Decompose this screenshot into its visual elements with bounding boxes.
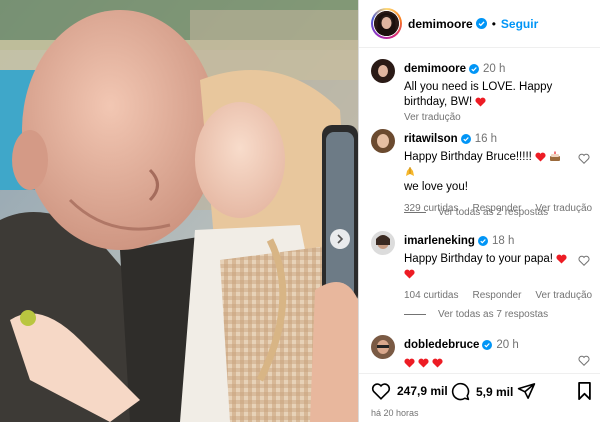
comment-meta: 104 curtidas Responder Ver tradução (404, 290, 592, 301)
red-heart-icon (535, 152, 546, 162)
story-ring[interactable] (371, 8, 402, 39)
like-button[interactable]: 247,9 mil (371, 382, 448, 400)
comment-text-line: we love you! (404, 181, 468, 193)
red-heart-icon (404, 358, 415, 368)
comment-text-line: Happy Birthday to your papa! (404, 253, 553, 265)
photo-illustration (0, 0, 358, 422)
heart-icon (371, 383, 391, 400)
replies-line (404, 212, 426, 213)
caption-username[interactable]: demimoore (404, 63, 466, 75)
comment-button[interactable]: 5,9 mil (451, 382, 513, 401)
comment-time[interactable]: 20 h (496, 339, 518, 351)
comment-icon (451, 382, 470, 401)
like-count-total: 247,9 mil (397, 384, 448, 398)
share-button[interactable] (517, 382, 536, 400)
avatar-image (371, 59, 395, 83)
bookmark-icon (578, 382, 591, 400)
red-heart-icon (418, 358, 429, 368)
comment-text (404, 356, 570, 371)
caption-meta: Ver tradução (404, 112, 570, 123)
praying-hands-icon (406, 167, 414, 176)
reply-button[interactable]: Responder (472, 290, 521, 301)
verified-badge-icon (482, 340, 493, 350)
translate-link[interactable]: Ver tradução (404, 112, 461, 123)
comment-username[interactable]: dobledebruce (404, 339, 479, 351)
red-heart-icon (432, 358, 443, 368)
caption-time[interactable]: 20 h (483, 63, 505, 75)
comment-text: Happy Birthday Bruce!!!!! we love you! (404, 150, 570, 195)
share-icon (517, 383, 536, 399)
verified-badge-icon (469, 64, 479, 74)
view-replies-link[interactable]: Ver todas as 2 respostas (404, 207, 548, 218)
comment-avatar[interactable] (371, 335, 395, 359)
red-heart-icon (556, 254, 567, 264)
post-photo[interactable] (0, 0, 358, 422)
verified-badge-icon (460, 134, 471, 144)
comment-time[interactable]: 16 h (475, 133, 497, 145)
comment-time[interactable]: 18 h (492, 235, 514, 247)
red-heart-icon (475, 97, 486, 107)
like-comment-heart-icon[interactable] (578, 355, 590, 366)
separator-dot: • (491, 16, 496, 31)
avatar (374, 11, 399, 36)
post-sidebar: demimoore • Seguir demimoore 20 h All you… (358, 0, 600, 422)
post-header: demimoore • Seguir (359, 0, 600, 48)
comment-text-line: Happy Birthday Bruce!!!!! (404, 151, 532, 163)
red-heart-icon (404, 269, 415, 279)
replies-label: Ver todas as 7 respostas (438, 309, 549, 320)
translate-link[interactable]: Ver tradução (535, 290, 592, 301)
replies-line (404, 314, 426, 315)
cake-icon (550, 151, 561, 161)
caption-text: All you need is LOVE. Happy birthday, BW… (404, 80, 570, 110)
comment-username[interactable]: ritawilson (404, 133, 458, 145)
next-photo-button[interactable] (330, 229, 350, 249)
comments-list[interactable]: demimoore 20 h All you need is LOVE. Happ… (359, 49, 600, 373)
posted-time[interactable]: há 20 horas (371, 408, 419, 418)
like-count[interactable]: 104 curtidas (404, 290, 458, 301)
avatar-image (371, 231, 395, 255)
avatar-image (371, 129, 395, 153)
comment-count-total: 5,9 mil (476, 384, 514, 399)
follow-button[interactable]: Seguir (501, 17, 538, 31)
chevron-right-icon (337, 234, 344, 244)
view-replies-link[interactable]: Ver todas as 7 respostas (404, 309, 548, 320)
replies-label: Ver todas as 2 respostas (438, 207, 549, 218)
comment-avatar[interactable] (371, 129, 395, 153)
like-comment-heart-icon[interactable] (578, 255, 590, 266)
avatar-image (371, 335, 395, 359)
comment-avatar[interactable] (371, 231, 395, 255)
header-username[interactable]: demimoore (408, 17, 473, 31)
action-bar: 247,9 mil 5,9 mil há 20 horas (359, 373, 600, 422)
save-button[interactable] (577, 382, 592, 400)
comment-username[interactable]: imarleneking (404, 235, 475, 247)
avatar-image (374, 11, 399, 36)
caption-avatar[interactable] (371, 59, 395, 83)
like-comment-heart-icon[interactable] (578, 153, 590, 164)
verified-badge-icon (477, 236, 488, 246)
comment-text: Happy Birthday to your papa! (404, 252, 570, 282)
verified-badge-icon (475, 18, 487, 29)
